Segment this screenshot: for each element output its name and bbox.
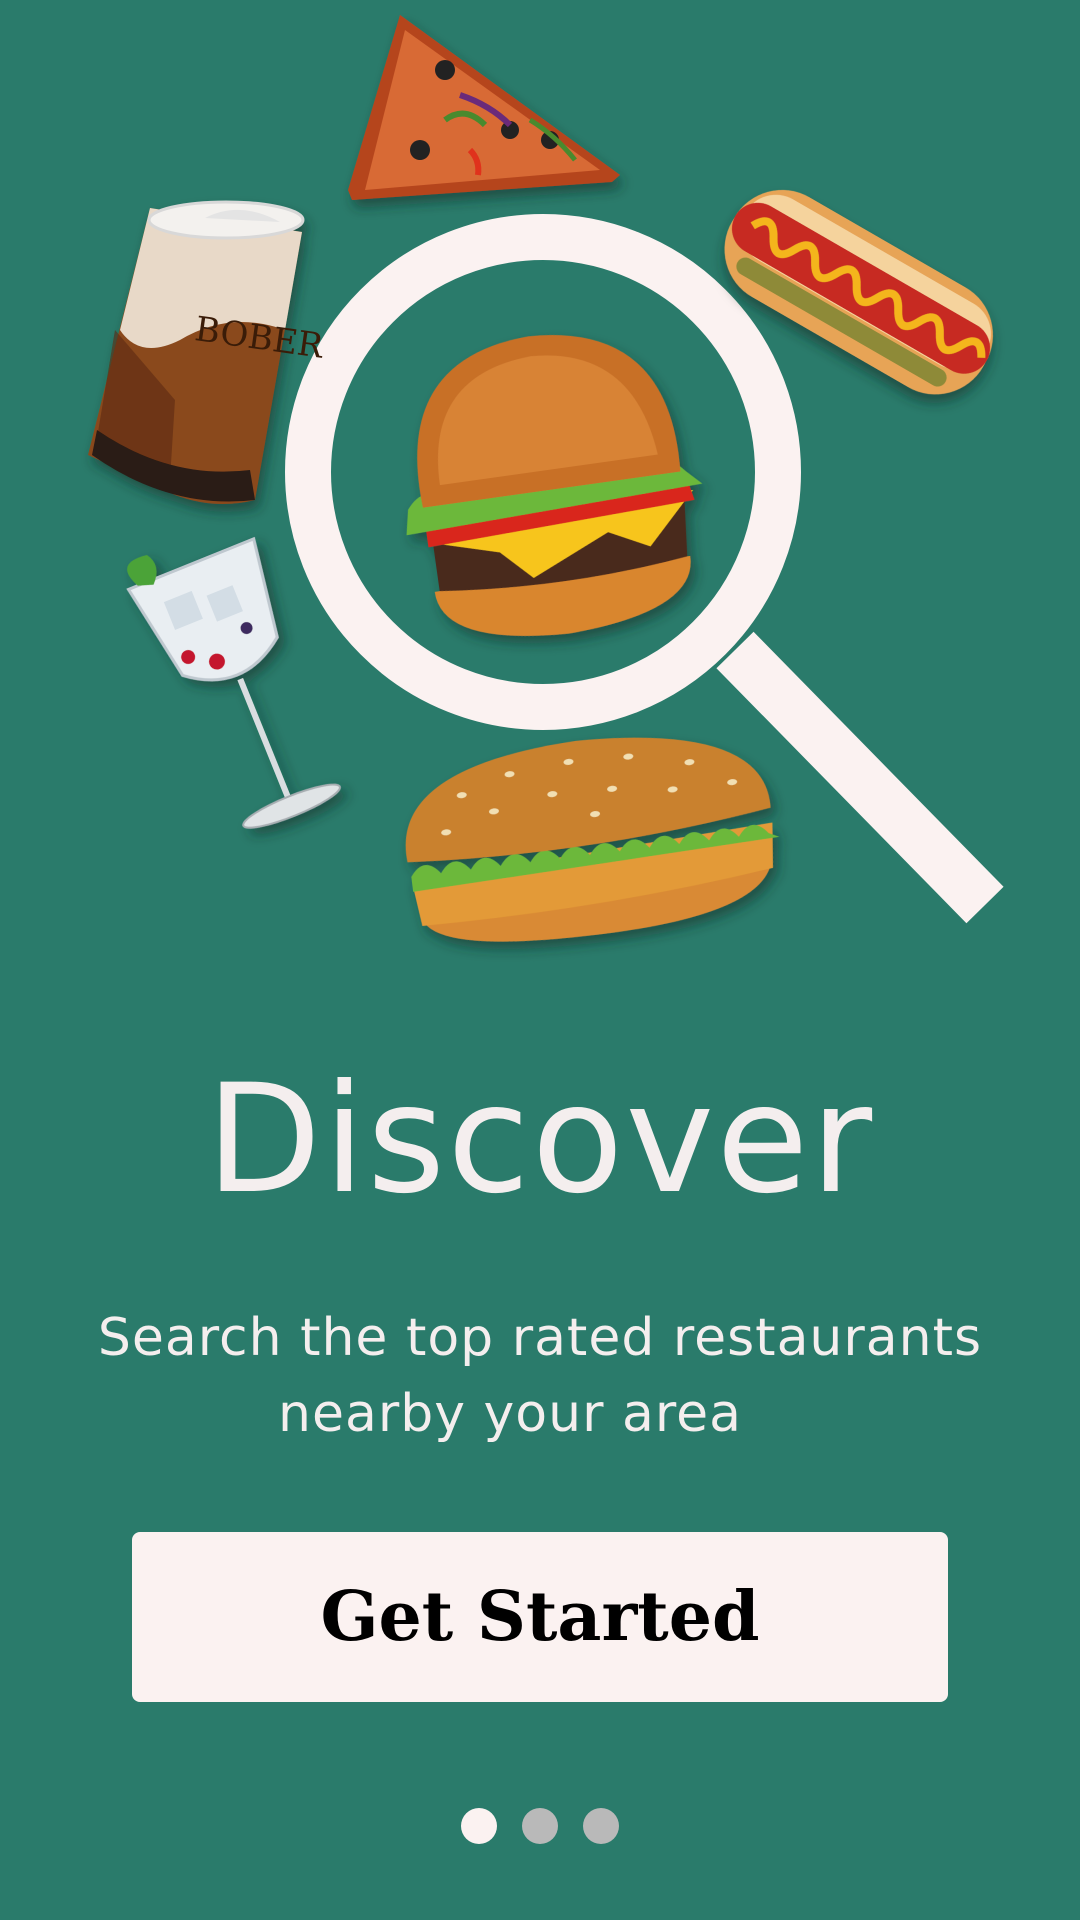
hero-svg: BOBER [88, 15, 1004, 942]
get-started-button[interactable]: Get Started [132, 1532, 948, 1702]
hero-illustration: BOBER [0, 0, 1080, 1000]
pagination-dot-2[interactable] [522, 1808, 558, 1844]
page-subtitle: Search the top rated restaurants nearby … [0, 1300, 1080, 1452]
burger-image [406, 335, 703, 636]
subtitle-line-1: Search the top rated restaurants [97, 1308, 983, 1368]
pagination-dot-3[interactable] [583, 1808, 619, 1844]
pagination-dots [0, 1808, 1080, 1844]
subtitle-line-2: nearby your area [278, 1384, 742, 1444]
chicken-sub-sandwich-image [405, 737, 780, 942]
pizza-slice-image [348, 15, 620, 200]
page-title: Discover [205, 1053, 875, 1227]
pagination-dot-1[interactable] [461, 1808, 497, 1844]
